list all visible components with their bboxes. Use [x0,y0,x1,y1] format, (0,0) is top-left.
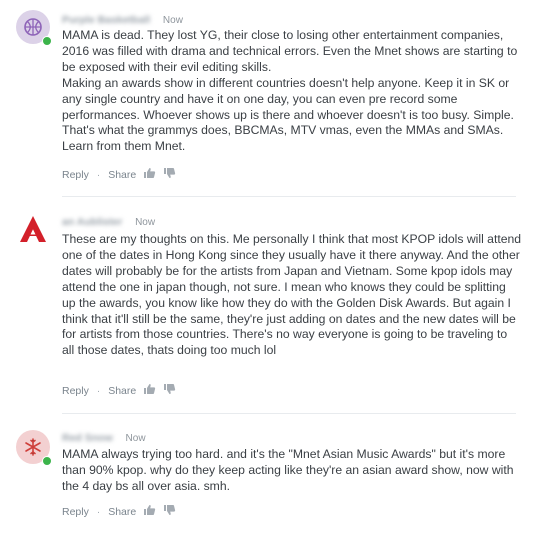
separator-dot: · [96,168,101,181]
comment-divider [62,196,516,197]
author-name[interactable]: an Aublister [62,216,122,228]
share-button[interactable]: Share [108,385,136,397]
author-name[interactable]: Purple Basketball [62,14,150,26]
separator-dot: · [96,505,101,518]
comment-body: These are my thoughts on this. Me person… [62,232,522,359]
upvote-icon[interactable] [143,504,156,519]
avatar[interactable] [16,212,56,252]
upvote-icon[interactable] [143,383,156,398]
comment-meta: Red Snow Now [62,432,146,446]
comment-thread: Purple Basketball Now MAMA is dead. They… [0,0,550,534]
comment-actions: Reply · Share [62,167,176,183]
comment-paragraph: MAMA always trying too hard. and it's th… [62,447,514,493]
online-status-dot [42,456,52,466]
comment-paragraph: MAMA is dead. They lost YG, their close … [62,28,518,74]
downvote-icon[interactable] [163,504,176,519]
comment-divider [62,413,516,414]
comment-paragraph: Making an awards show in different count… [62,75,514,154]
comment-paragraph: These are my thoughts on this. Me person… [62,232,522,358]
separator-dot: · [96,384,101,397]
share-button[interactable]: Share [108,169,136,181]
online-status-dot [42,36,52,46]
author-name[interactable]: Red Snow [62,432,113,444]
comment-body: MAMA always trying too hard. and it's th… [62,447,522,495]
avatar[interactable] [16,10,56,50]
reply-button[interactable]: Reply [62,385,89,397]
upvote-icon[interactable] [143,167,156,182]
comment-body: MAMA is dead. They lost YG, their close … [62,28,522,155]
comment-actions: Reply · Share [62,504,176,520]
downvote-icon[interactable] [163,167,176,182]
comment-meta: an Aublister Now [62,216,155,230]
timestamp[interactable]: Now [135,217,155,228]
red-a-logo-icon [16,212,50,246]
comment-actions: Reply · Share [62,383,176,399]
reply-button[interactable]: Reply [62,169,89,181]
reply-button[interactable]: Reply [62,506,89,518]
timestamp[interactable]: Now [163,15,183,26]
share-button[interactable]: Share [108,506,136,518]
comment-meta: Purple Basketball Now [62,14,183,28]
timestamp[interactable]: Now [126,433,146,444]
avatar[interactable] [16,430,56,470]
downvote-icon[interactable] [163,383,176,398]
